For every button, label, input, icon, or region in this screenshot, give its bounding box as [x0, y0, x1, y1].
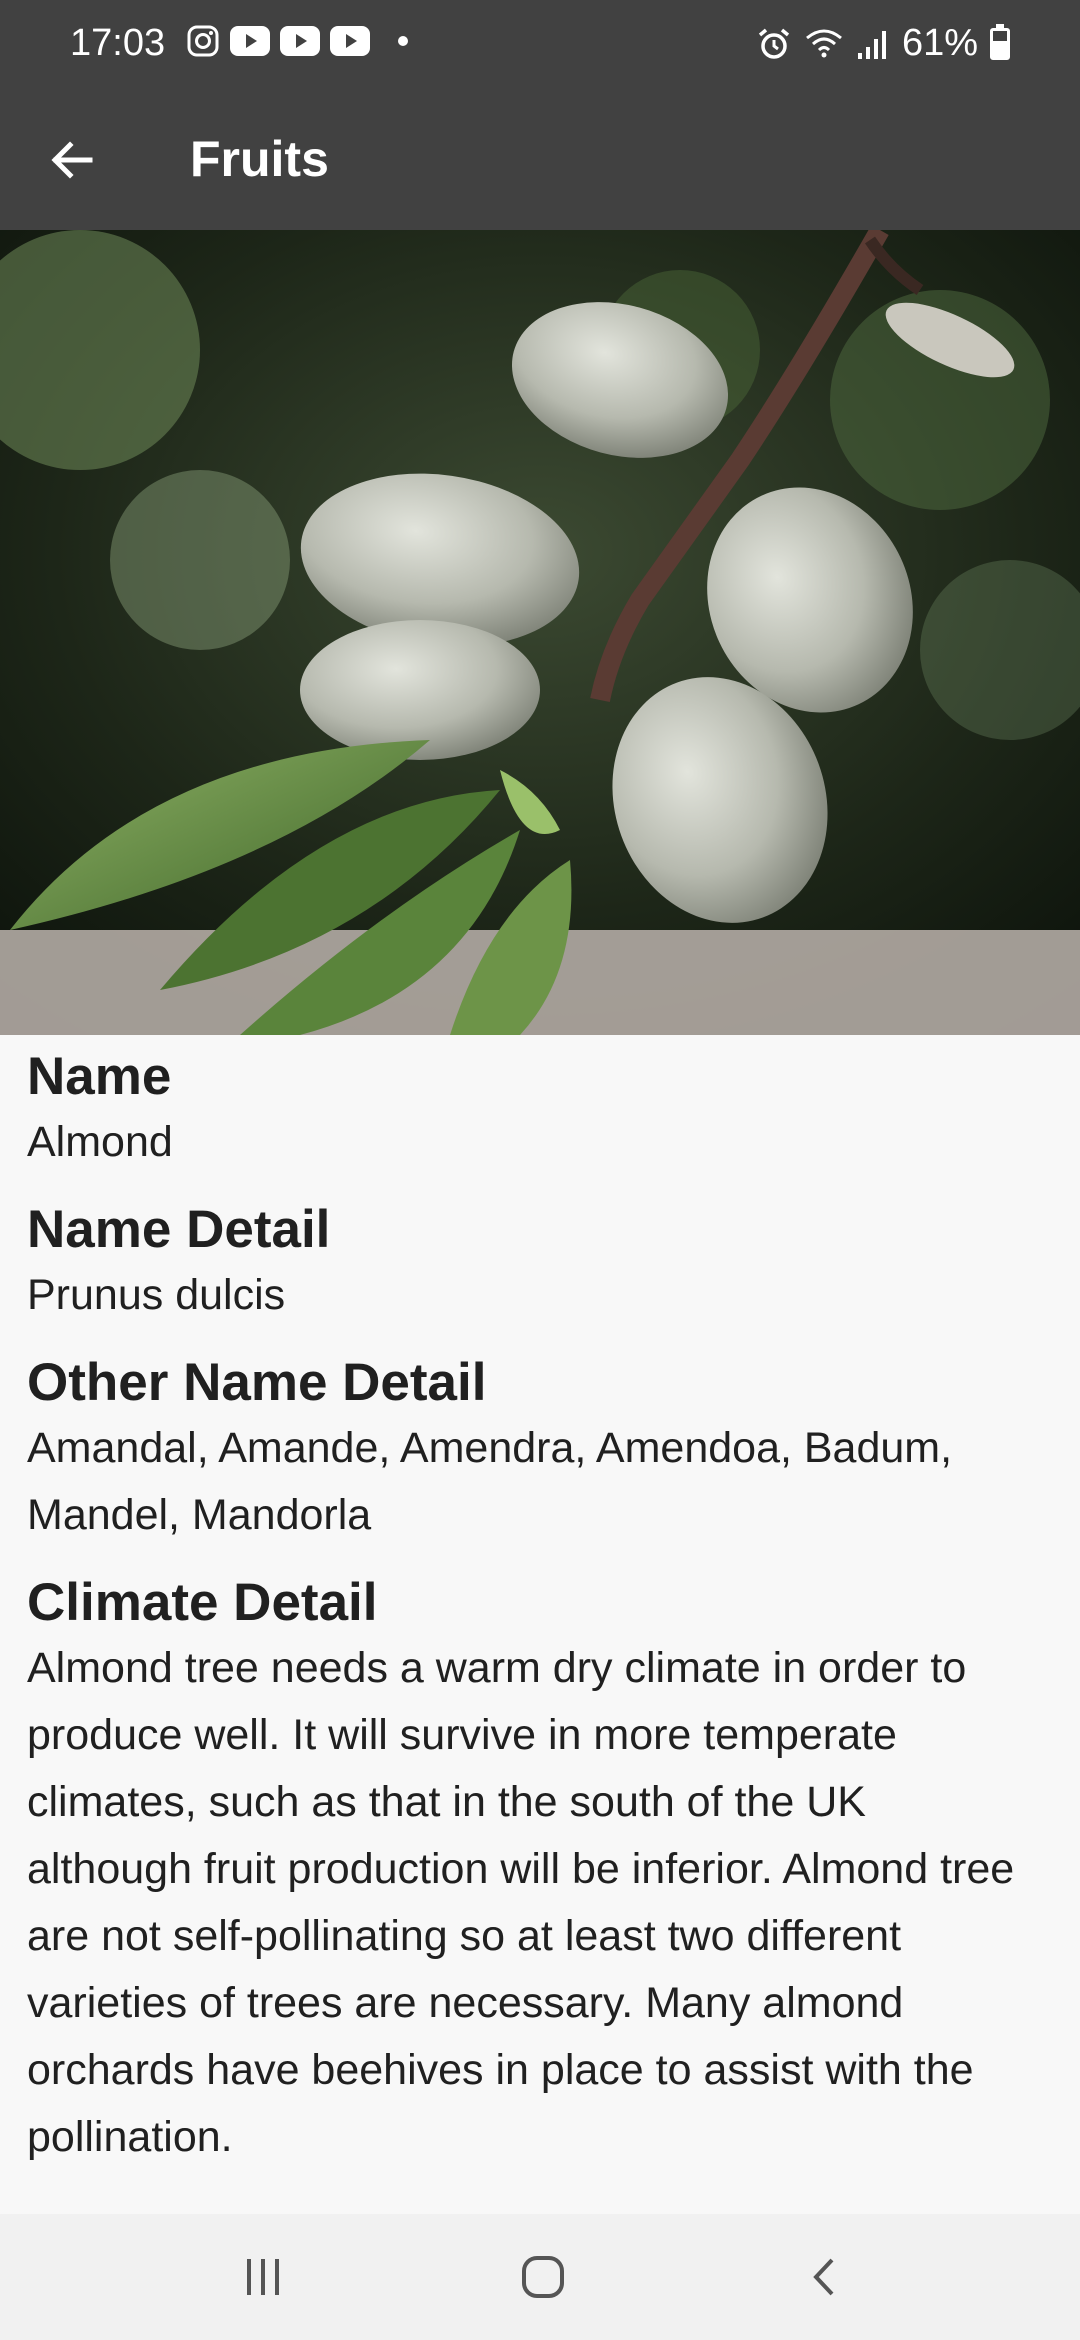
- wifi-icon: [805, 29, 842, 57]
- name-heading: Name: [27, 1047, 172, 1106]
- name-value: Almond: [27, 1118, 173, 1166]
- climate-detail-heading: Climate Detail: [27, 1573, 378, 1632]
- home-button[interactable]: [513, 2247, 573, 2307]
- back-icon: [813, 2258, 834, 2296]
- arrow-left-icon: [51, 141, 93, 179]
- screen: 17:03 61% Fruits Name Almond Name Detail…: [0, 0, 1080, 2340]
- status-time: 17:03: [70, 22, 166, 64]
- system-nav-bar: [0, 2214, 1080, 2340]
- nav-back-button[interactable]: [796, 2247, 856, 2307]
- status-right: 61%: [756, 22, 1010, 65]
- battery-icon: [990, 23, 1010, 60]
- name-detail-value: Prunus dulcis: [27, 1271, 286, 1319]
- signal-icon: [857, 30, 886, 59]
- instagram-icon: [187, 25, 219, 57]
- youtube-icon: [280, 26, 320, 56]
- almond-photo: [0, 230, 1080, 1035]
- app-bar: Fruits: [0, 88, 1080, 230]
- fruit-details: Name Almond Name Detail Prunus dulcis Ot…: [27, 1035, 1037, 2193]
- back-button[interactable]: [30, 118, 114, 202]
- dot-icon: [398, 36, 408, 46]
- battery-fill: [993, 40, 1007, 57]
- youtube-icon: [230, 26, 270, 56]
- page-title: Fruits: [190, 131, 329, 187]
- alarm-icon: [758, 28, 790, 59]
- youtube-icon: [330, 26, 370, 56]
- name-detail-heading: Name Detail: [27, 1200, 331, 1259]
- recent-apps-icon: [247, 2259, 279, 2295]
- home-icon: [522, 2256, 564, 2298]
- other-name-detail-value: Amandal, Amande, Amendra, Amendoa, Badum…: [27, 1424, 953, 1539]
- recent-apps-button[interactable]: [233, 2247, 293, 2307]
- status-bar: 17:03 61%: [0, 0, 1080, 88]
- notification-icons: [186, 24, 408, 58]
- climate-detail-value: Almond tree needs a warm dry climate in …: [27, 1644, 1015, 2161]
- other-name-detail-heading: Other Name Detail: [27, 1353, 487, 1412]
- battery-percent: 61%: [901, 22, 978, 64]
- hero-image: [0, 230, 1080, 1035]
